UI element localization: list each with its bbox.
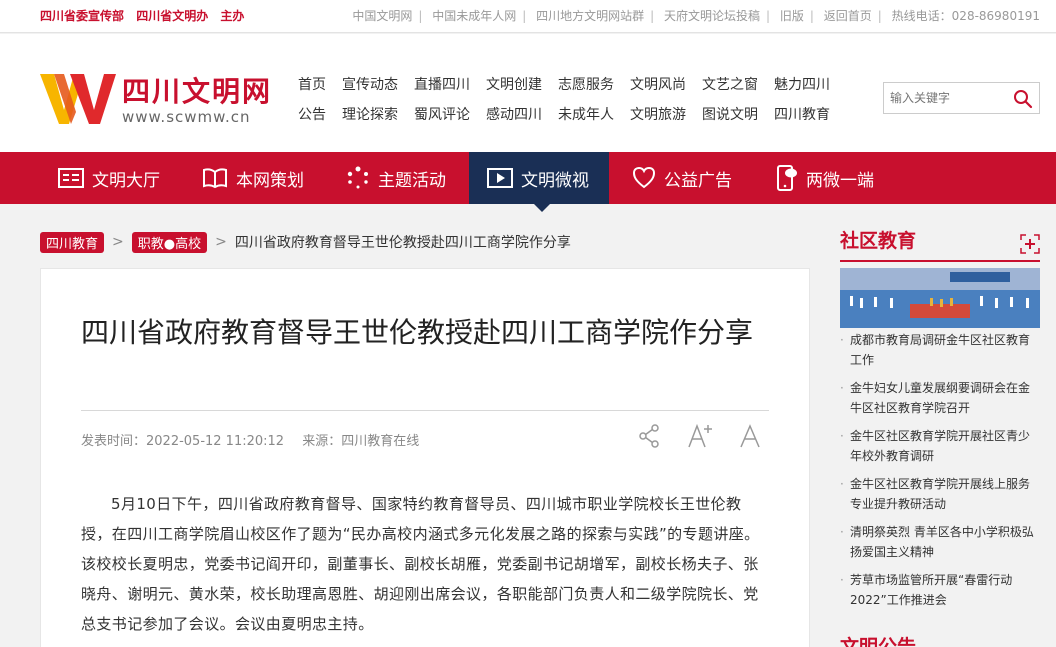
breadcrumb-tag-college[interactable]: 职教●高校 [131,231,208,253]
nav-link[interactable]: 文明创建 [486,74,542,104]
logo-mark-icon [40,74,116,124]
search-input[interactable] [884,83,1004,113]
nav-link[interactable]: 直播四川 [414,74,470,104]
header: 四川文明网 www.scwmw.cn 首页 宣传动态 直播四川 文明创建 志愿服… [0,34,1056,152]
sidebar-header: 社区教育 [840,226,1040,262]
top-link[interactable]: 旧版 [780,9,804,23]
top-link[interactable]: 返回首页 [824,9,872,23]
nav-link[interactable]: 感动四川 [486,104,542,134]
nav-two-micro[interactable]: 两微一端 [776,152,874,204]
list-item[interactable]: 金牛妇女儿童发展纲要调研会在金牛区社区教育学院召开 [840,378,1040,418]
nav-link[interactable]: 图说文明 [702,104,758,134]
top-links: 中国文明网 | 中国未成年人网 | 四川地方文明网站群 | 天府文明论坛投稿 | 旧版 |… [352,9,1040,23]
font-decrease-icon[interactable] [739,423,761,449]
nav-link[interactable]: 魅力四川 [774,74,830,104]
site-logo[interactable]: 四川文明网 www.scwmw.cn [40,70,290,130]
heart-icon [632,166,656,189]
article-card: 四川省政府教育督导王世伦教授赴四川工商学院作分享 发表时间：2022-05-12… [40,268,810,647]
nav-hall-label: 文明大厅 [92,170,160,191]
main-nav: 文明大厅 本网策划 主题活动 文明微视 公益广告 两微一端 [0,152,1056,212]
search-box [883,82,1040,114]
nav-link[interactable]: 首页 [298,74,326,104]
top-link[interactable]: 中国未成年人网 [432,9,516,23]
top-link[interactable]: 天府文明论坛投稿 [664,9,760,23]
hall-icon [58,168,84,188]
video-icon [487,168,513,188]
list-item[interactable]: 金牛区社区教育学院开展社区青少年校外教育调研 [840,426,1040,466]
article-source: 来源：四川教育在线 [302,434,420,449]
nav-link[interactable]: 文艺之窗 [702,74,758,104]
site-domain: www.scwmw.cn [122,108,251,126]
sidebar-news-list: 成都市教育局调研金牛区社区教育工作 金牛妇女儿童发展纲要调研会在金牛区社区教育学… [840,330,1040,610]
sponsor-1: 四川省委宣传部 [40,9,125,23]
top-nav: 首页 宣传动态 直播四川 文明创建 志愿服务 文明风尚 文艺之窗 魅力四川 公告… [298,74,868,134]
nav-hall[interactable]: 文明大厅 [58,152,160,204]
breadcrumb: 四川教育 > 职教●高校 > 四川省政府教育督导王世伦教授赴四川工商学院作分享 [40,231,571,253]
hotline: 热线电话：028-86980191 [891,9,1040,23]
gym-event-photo-icon [840,268,1040,328]
nav-micro-video-label: 文明微视 [521,170,589,191]
active-caret [534,204,550,212]
nav-micro-video[interactable]: 文明微视 [469,152,609,204]
site-title: 四川文明网 [122,75,273,108]
top-link[interactable]: 中国文明网 [352,9,412,23]
nav-link[interactable]: 志愿服务 [558,74,614,104]
top-nav-row-1: 首页 宣传动态 直播四川 文明创建 志愿服务 文明风尚 文艺之窗 魅力四川 [298,74,868,104]
breadcrumb-separator: > [112,234,124,250]
nav-link[interactable]: 文明风尚 [630,74,686,104]
sidebar-title: 社区教育 [840,230,917,252]
top-bar: 四川省委宣传部 四川省文明办 主办 中国文明网 | 中国未成年人网 | 四川地方文明… [0,0,1056,33]
list-item[interactable]: 成都市教育局调研金牛区社区教育工作 [840,330,1040,370]
top-nav-row-2: 公告 理论探索 蜀风评论 感动四川 未成年人 文明旅游 图说文明 四川教育 [298,104,868,134]
search-icon[interactable] [1013,89,1033,109]
sponsor-host: 主办 [220,9,245,23]
book-icon [203,168,227,189]
nav-link[interactable]: 宣传动态 [342,74,398,104]
sidebar: 社区教育 成都市教育局调研金牛区社区教育工作 金牛妇女儿童发展纲要调研会在金牛区… [840,226,1040,647]
nav-link[interactable]: 未成年人 [558,104,614,134]
article-body: 5月10日下午，四川省政府教育督导、国家特约教育督导员、四川城市职业学院校长王世… [81,495,760,633]
nav-planning[interactable]: 本网策划 [202,152,304,204]
title-divider [81,410,769,411]
activities-icon [347,166,368,189]
article-title: 四川省政府教育督导王世伦教授赴四川工商学院作分享 [81,316,754,349]
list-item[interactable]: 芳草市场监管所开展“春雷行动2022”工作推进会 [840,570,1040,610]
sidebar-title-2: 文明公告 [840,636,917,647]
nav-two-micro-label: 两微一端 [806,170,874,191]
breadcrumb-separator: > [215,234,227,250]
share-icon[interactable] [637,423,661,449]
nav-public-ads-label: 公益广告 [664,170,732,191]
top-link[interactable]: 四川地方文明网站群 [536,9,644,23]
font-increase-icon[interactable] [687,423,713,449]
nav-activities[interactable]: 主题活动 [346,152,446,204]
nav-link[interactable]: 理论探索 [342,104,398,134]
nav-activities-label: 主题活动 [378,170,446,191]
article-tools [637,423,761,449]
sponsor-text: 四川省委宣传部 四川省文明办 主办 [40,7,252,24]
nav-link[interactable]: 蜀风评论 [414,104,470,134]
nav-public-ads[interactable]: 公益广告 [632,152,732,204]
breadcrumb-tag-education[interactable]: 四川教育 [40,231,105,253]
publish-time: 发表时间：2022-05-12 11:20:12 [81,434,285,449]
nav-link[interactable]: 四川教育 [774,104,830,134]
nav-link[interactable]: 文明旅游 [630,104,686,134]
nav-planning-label: 本网策划 [236,170,304,191]
article-meta: 发表时间：2022-05-12 11:20:12 来源：四川教育在线 [81,430,433,449]
mobile-icon [777,165,797,191]
list-item[interactable]: 清明祭英烈 青羊区各中小学积极弘扬爱国主义精神 [840,522,1040,562]
sidebar-photo[interactable] [840,268,1040,328]
list-item[interactable]: 金牛区社区教育学院开展线上服务专业提升教研活动 [840,474,1040,514]
more-plus-icon[interactable] [1020,234,1040,254]
breadcrumb-current: 四川省政府教育督导王世伦教授赴四川工商学院作分享 [234,235,571,251]
nav-link[interactable]: 公告 [298,104,326,134]
sponsor-2: 四川省文明办 [136,9,209,23]
